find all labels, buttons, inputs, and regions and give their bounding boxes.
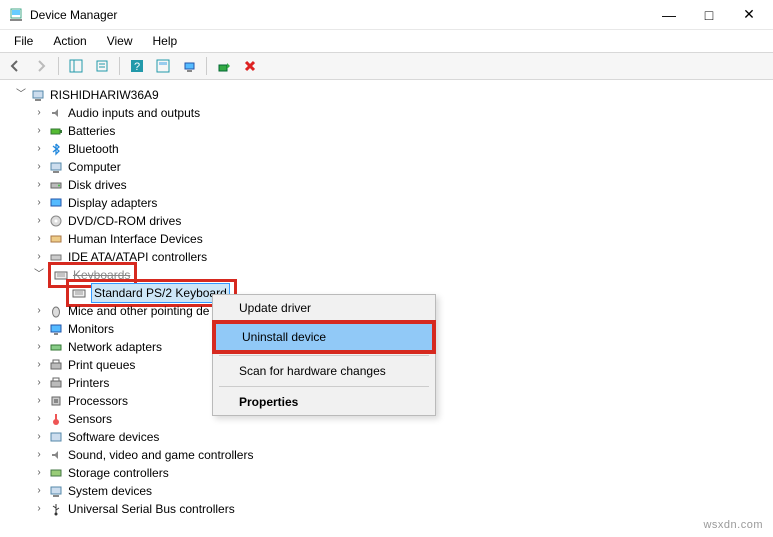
menu-help[interactable]: Help — [143, 32, 188, 50]
ctx-uninstall-device[interactable]: Uninstall device — [216, 324, 432, 350]
ctx-update-driver[interactable]: Update driver — [213, 295, 435, 321]
tree-item-bluetooth[interactable]: ›Bluetooth — [4, 140, 773, 158]
expand-icon[interactable]: › — [32, 502, 46, 516]
expand-icon[interactable]: › — [32, 376, 46, 390]
monitor-icon — [48, 321, 64, 337]
collapse-icon[interactable]: ﹀ — [32, 268, 46, 282]
expand-icon[interactable]: › — [32, 322, 46, 336]
toolbar: ? — [0, 52, 773, 80]
scan-hw-button[interactable] — [178, 55, 200, 77]
expand-icon[interactable]: › — [32, 466, 46, 480]
expand-icon[interactable]: › — [32, 106, 46, 120]
bluetooth-icon — [48, 141, 64, 157]
toolbar-separator — [206, 57, 207, 75]
computer-icon — [48, 159, 64, 175]
tree-item-usb[interactable]: ›Universal Serial Bus controllers — [4, 500, 773, 518]
watermark: wsxdn.com — [703, 519, 763, 531]
tree-root-label: RISHIDHARIW36A9 — [50, 86, 159, 104]
context-menu: Update driver Uninstall device Scan for … — [212, 294, 436, 416]
tree-item-audio[interactable]: ›Audio inputs and outputs — [4, 104, 773, 122]
expand-icon[interactable]: › — [32, 196, 46, 210]
audio-icon — [48, 105, 64, 121]
system-icon — [48, 483, 64, 499]
expand-icon[interactable]: › — [32, 250, 46, 264]
window-title: Device Manager — [30, 8, 649, 22]
keyboard-icon — [71, 285, 87, 301]
app-icon — [8, 7, 24, 23]
software-icon — [48, 429, 64, 445]
update-driver-button[interactable] — [213, 55, 235, 77]
close-button[interactable]: ✕ — [729, 1, 769, 29]
computer-icon — [30, 87, 46, 103]
menu-action[interactable]: Action — [43, 32, 96, 50]
properties-button[interactable] — [91, 55, 113, 77]
dvd-icon — [48, 213, 64, 229]
usb-icon — [48, 501, 64, 517]
help-button[interactable]: ? — [126, 55, 148, 77]
tree-item-computer[interactable]: ›Computer — [4, 158, 773, 176]
expand-icon[interactable]: › — [32, 232, 46, 246]
expand-icon[interactable]: › — [32, 448, 46, 462]
tree-item-system[interactable]: ›System devices — [4, 482, 773, 500]
expand-icon[interactable]: › — [32, 430, 46, 444]
cpu-icon — [48, 393, 64, 409]
expand-icon[interactable]: › — [32, 412, 46, 426]
hid-icon — [48, 231, 64, 247]
tree-item-disk-drives[interactable]: ›Disk drives — [4, 176, 773, 194]
printer-icon — [48, 375, 64, 391]
ctx-separator — [219, 386, 429, 387]
expand-icon[interactable]: › — [32, 394, 46, 408]
tree-item-dvd[interactable]: ›DVD/CD-ROM drives — [4, 212, 773, 230]
tree-item-storage[interactable]: ›Storage controllers — [4, 464, 773, 482]
back-button[interactable] — [4, 55, 26, 77]
minimize-button[interactable]: — — [649, 1, 689, 29]
view-button[interactable] — [152, 55, 174, 77]
expand-icon[interactable]: › — [32, 160, 46, 174]
selected-device-label: Standard PS/2 Keyboard — [91, 283, 230, 303]
expand-icon[interactable]: › — [32, 142, 46, 156]
menubar: File Action View Help — [0, 30, 773, 52]
printer-icon — [48, 357, 64, 373]
tree-item-sound[interactable]: ›Sound, video and game controllers — [4, 446, 773, 464]
expand-icon[interactable]: › — [32, 358, 46, 372]
storage-icon — [48, 465, 64, 481]
menu-file[interactable]: File — [4, 32, 43, 50]
network-icon — [48, 339, 64, 355]
expand-icon[interactable]: › — [32, 484, 46, 498]
mouse-icon — [48, 303, 64, 319]
battery-icon — [48, 123, 64, 139]
ctx-properties[interactable]: Properties — [213, 389, 435, 415]
expand-icon[interactable]: › — [32, 304, 46, 318]
tree-item-software[interactable]: ›Software devices — [4, 428, 773, 446]
sensor-icon — [48, 411, 64, 427]
disk-icon — [48, 177, 64, 193]
expand-icon[interactable]: › — [32, 124, 46, 138]
show-hide-tree-button[interactable] — [65, 55, 87, 77]
display-icon — [48, 195, 64, 211]
expand-icon[interactable]: ﹀ — [14, 88, 28, 102]
expand-icon[interactable]: › — [32, 340, 46, 354]
titlebar: Device Manager — □ ✕ — [0, 0, 773, 30]
forward-button[interactable] — [30, 55, 52, 77]
ctx-scan-hardware[interactable]: Scan for hardware changes — [213, 358, 435, 384]
maximize-button[interactable]: □ — [689, 1, 729, 29]
ctx-separator — [219, 355, 429, 356]
expand-icon[interactable]: › — [32, 178, 46, 192]
tree-item-batteries[interactable]: ›Batteries — [4, 122, 773, 140]
svg-text:?: ? — [134, 61, 140, 73]
expand-icon[interactable]: › — [32, 214, 46, 228]
toolbar-separator — [119, 57, 120, 75]
toolbar-separator — [58, 57, 59, 75]
window-controls: — □ ✕ — [649, 1, 769, 29]
uninstall-button[interactable] — [239, 55, 261, 77]
sound-icon — [48, 447, 64, 463]
tree-item-display-adapters[interactable]: ›Display adapters — [4, 194, 773, 212]
highlighted-ctx-row: Uninstall device — [212, 320, 436, 354]
menu-view[interactable]: View — [97, 32, 143, 50]
tree-item-hid[interactable]: ›Human Interface Devices — [4, 230, 773, 248]
tree-root[interactable]: ﹀ RISHIDHARIW36A9 — [4, 86, 773, 104]
